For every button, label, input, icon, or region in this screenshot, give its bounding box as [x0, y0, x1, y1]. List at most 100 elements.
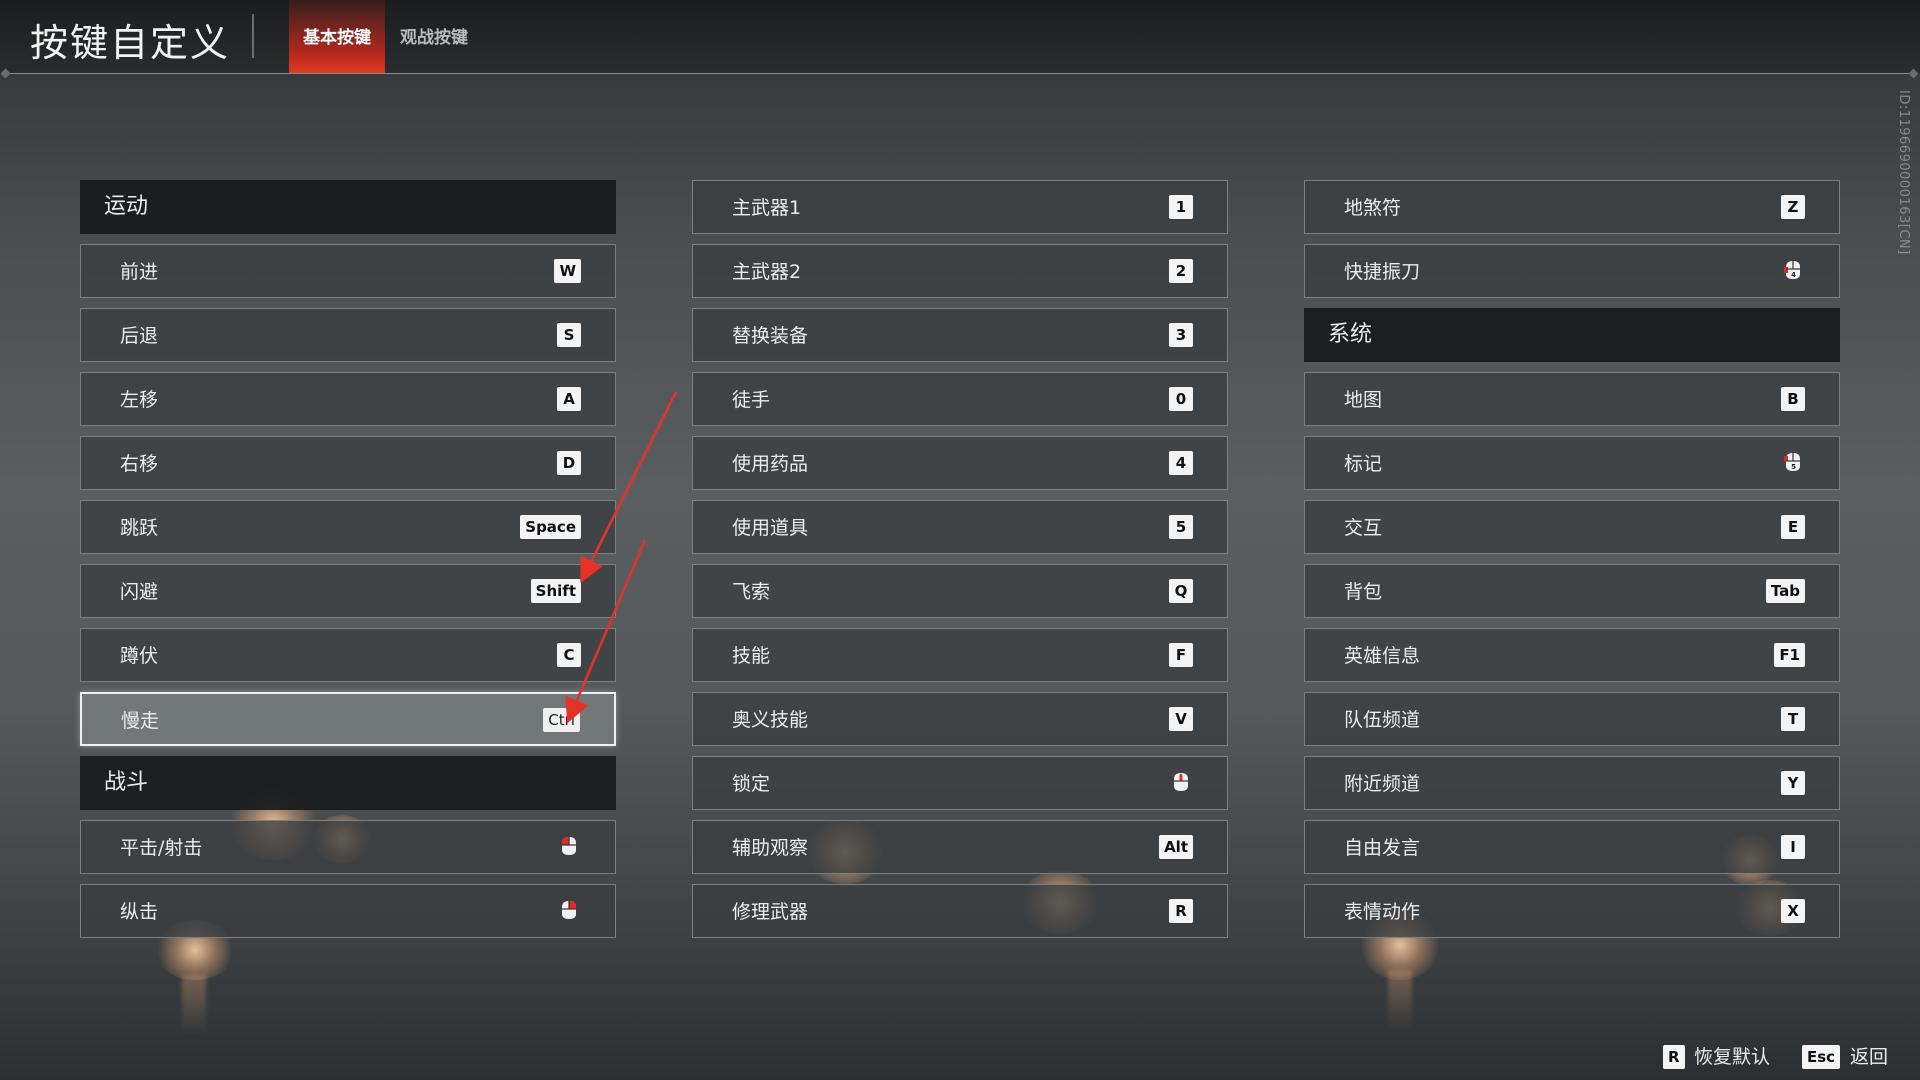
key-cap[interactable]: I	[1781, 835, 1805, 859]
version-id: ID:1196690000163[CN]	[1896, 90, 1911, 255]
svg-text:5: 5	[1791, 463, 1796, 471]
keybind-row-lock-on[interactable]: 锁定	[692, 756, 1228, 810]
key-cap[interactable]: R	[1169, 899, 1193, 923]
action-label: 主武器2	[732, 261, 802, 283]
section-header-movement: 运动	[80, 180, 616, 234]
section-header-combat: 战斗	[80, 756, 616, 810]
keybind-row-walk[interactable]: 慢走 Ctrl	[80, 692, 616, 746]
mouse-middle-icon[interactable]	[1169, 770, 1193, 794]
key-cap[interactable]: X	[1781, 899, 1805, 923]
keybind-row-quick-blade-flick[interactable]: 快捷振刀 4	[1304, 244, 1840, 298]
key-cap[interactable]: Q	[1169, 579, 1193, 603]
keybind-row-grappling-hook[interactable]: 飞索 Q	[692, 564, 1228, 618]
section-title: 系统	[1328, 322, 1373, 347]
action-label: 交互	[1344, 517, 1383, 539]
key-cap[interactable]: 3	[1169, 323, 1193, 347]
keybind-row-dodge[interactable]: 闪避 Shift	[80, 564, 616, 618]
key-cap[interactable]: Tab	[1765, 579, 1805, 603]
key-cap[interactable]: Ctrl	[543, 708, 580, 732]
key-cap[interactable]: C	[557, 643, 581, 667]
key-cap[interactable]: Z	[1781, 195, 1805, 219]
key-cap[interactable]: T	[1781, 707, 1805, 731]
keybind-row-inventory[interactable]: 背包 Tab	[1304, 564, 1840, 618]
key-cap[interactable]: 0	[1169, 387, 1193, 411]
key-cap[interactable]: A	[557, 387, 581, 411]
key-cap[interactable]: D	[557, 451, 581, 475]
action-label: 表情动作	[1344, 901, 1421, 923]
action-label: 闪避	[120, 581, 159, 603]
action-label: 左移	[120, 389, 159, 411]
back-key-cap[interactable]: Esc	[1802, 1045, 1841, 1069]
action-label: 飞索	[732, 581, 771, 603]
keybind-row-use-item[interactable]: 使用道具 5	[692, 500, 1228, 554]
keybind-row-primary-weapon-1[interactable]: 主武器1 1	[692, 180, 1228, 234]
key-cap[interactable]: 5	[1169, 515, 1193, 539]
keybind-row-map[interactable]: 地图 B	[1304, 372, 1840, 426]
keybind-row-mark[interactable]: 标记 5	[1304, 436, 1840, 490]
key-cap[interactable]: 2	[1169, 259, 1193, 283]
keybind-row-free-speech[interactable]: 自由发言 I	[1304, 820, 1840, 874]
mouse-right-icon[interactable]	[557, 898, 581, 922]
mouse-left-icon[interactable]	[557, 834, 581, 858]
header-divider	[6, 73, 1914, 74]
action-label: 地图	[1344, 389, 1383, 411]
key-cap[interactable]: S	[557, 323, 581, 347]
key-cap[interactable]: 4	[1169, 451, 1193, 475]
keybind-row-nearby-channel[interactable]: 附近频道 Y	[1304, 756, 1840, 810]
action-label: 后退	[120, 325, 159, 347]
keybind-row-skill[interactable]: 技能 F	[692, 628, 1228, 682]
keybind-row-ultimate-skill[interactable]: 奥义技能 V	[692, 692, 1228, 746]
keybind-row-vertical-attack[interactable]: 纵击	[80, 884, 616, 938]
keybind-row-light-attack[interactable]: 平击/射击	[80, 820, 616, 874]
keybind-row-team-channel[interactable]: 队伍频道 T	[1304, 692, 1840, 746]
key-cap[interactable]: E	[1781, 515, 1805, 539]
key-cap[interactable]: Y	[1781, 771, 1805, 795]
keybind-row-unarmed[interactable]: 徒手 0	[692, 372, 1228, 426]
keybind-row-primary-weapon-2[interactable]: 主武器2 2	[692, 244, 1228, 298]
lantern-reflection	[182, 975, 206, 1035]
section-title: 战斗	[104, 770, 149, 795]
keybind-row-swap-equipment[interactable]: 替换装备 3	[692, 308, 1228, 362]
lantern-reflection	[1388, 970, 1412, 1030]
action-label: 奥义技能	[732, 709, 809, 731]
keybind-row-interact[interactable]: 交互 E	[1304, 500, 1840, 554]
key-cap[interactable]: 1	[1169, 195, 1193, 219]
reset-key-cap[interactable]: R	[1663, 1045, 1685, 1069]
action-label: 队伍频道	[1344, 709, 1421, 731]
key-cap[interactable]: Alt	[1159, 835, 1193, 859]
section-title: 运动	[104, 194, 149, 219]
key-cap[interactable]: F	[1169, 643, 1193, 667]
keybind-row-free-look[interactable]: 辅助观察 Alt	[692, 820, 1228, 874]
tab-basic-keys[interactable]: 基本按键	[289, 0, 385, 74]
key-cap[interactable]: Shift	[530, 579, 581, 603]
keybind-row-strafe-left[interactable]: 左移 A	[80, 372, 616, 426]
key-cap[interactable]: Space	[520, 515, 581, 539]
keybind-row-talisman[interactable]: 地煞符 Z	[1304, 180, 1840, 234]
mouse-side-4-icon[interactable]: 4	[1781, 258, 1805, 282]
back-button[interactable]: 返回	[1850, 1043, 1888, 1071]
reset-defaults-button[interactable]: 恢复默认	[1694, 1043, 1770, 1071]
key-cap[interactable]: W	[554, 259, 581, 283]
mouse-side-5-icon[interactable]: 5	[1781, 450, 1805, 474]
action-label: 快捷振刀	[1344, 261, 1421, 283]
keybind-row-use-medicine[interactable]: 使用药品 4	[692, 436, 1228, 490]
action-label: 蹲伏	[120, 645, 159, 667]
keybind-row-strafe-right[interactable]: 右移 D	[80, 436, 616, 490]
keybind-row-jump[interactable]: 跳跃 Space	[80, 500, 616, 554]
keybind-row-forward[interactable]: 前进 W	[80, 244, 616, 298]
keybind-row-repair-weapon[interactable]: 修理武器 R	[692, 884, 1228, 938]
keybind-row-crouch[interactable]: 蹲伏 C	[80, 628, 616, 682]
keybind-row-emote[interactable]: 表情动作 X	[1304, 884, 1840, 938]
section-header-system: 系统	[1304, 308, 1840, 362]
key-cap[interactable]: V	[1169, 707, 1193, 731]
key-cap[interactable]: F1	[1774, 643, 1805, 667]
action-label: 纵击	[120, 901, 159, 923]
page-title: 按键自定义	[30, 21, 231, 65]
tab-spectator-keys[interactable]: 观战按键	[390, 0, 478, 74]
keybind-row-hero-info[interactable]: 英雄信息 F1	[1304, 628, 1840, 682]
keybind-row-backward[interactable]: 后退 S	[80, 308, 616, 362]
action-label: 右移	[120, 453, 159, 475]
key-cap[interactable]: B	[1781, 387, 1805, 411]
svg-text:4: 4	[1791, 271, 1796, 279]
action-label: 锁定	[732, 773, 771, 795]
